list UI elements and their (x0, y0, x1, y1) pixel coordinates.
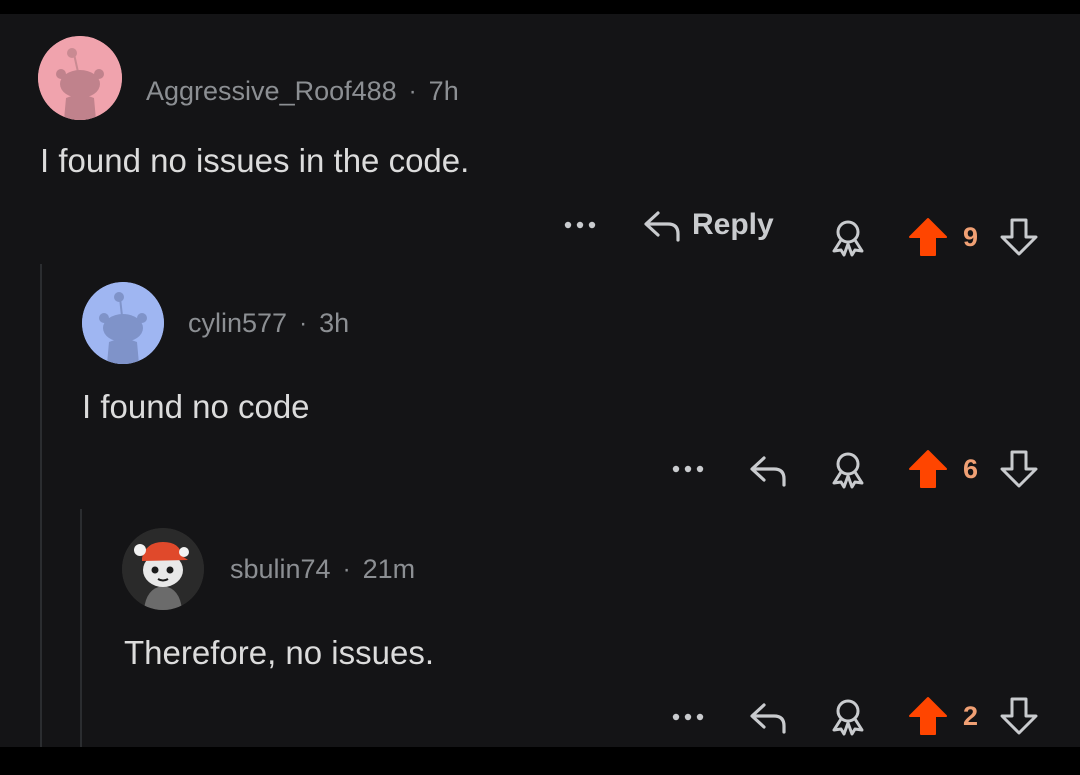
award-button[interactable] (826, 217, 870, 257)
upvote-button[interactable] (907, 696, 949, 736)
comment-thread: Aggressive_Roof488 · 7h I found no issue… (0, 14, 1080, 747)
comment-age: 7h (428, 76, 459, 106)
award-icon (832, 220, 864, 257)
separator-dot: · (299, 309, 308, 337)
comment-body: I found no code (82, 388, 310, 425)
comment-meta: Aggressive_Roof488 · 7h (146, 76, 459, 107)
downvote-arrow-icon (1000, 218, 1038, 256)
avatar[interactable] (82, 282, 164, 364)
avatar[interactable] (38, 36, 122, 120)
award-button[interactable] (826, 696, 870, 736)
more-options-icon (564, 221, 596, 229)
comment-body: I found no issues in the code. (40, 142, 470, 179)
more-options-button[interactable] (560, 210, 600, 240)
more-options-button[interactable] (668, 454, 708, 484)
separator-dot: · (342, 555, 351, 583)
downvote-button[interactable] (998, 696, 1040, 736)
thread-line-level-2[interactable] (80, 509, 82, 747)
comment-meta: cylin577 · 3h (188, 308, 349, 339)
snoo-cap-avatar-icon (122, 528, 204, 610)
award-icon (832, 699, 864, 736)
avatar[interactable] (122, 528, 204, 610)
username[interactable]: Aggressive_Roof488 (146, 76, 397, 107)
award-icon (832, 452, 864, 489)
username[interactable]: cylin577 (188, 308, 287, 339)
snoo-avatar-icon (38, 36, 122, 120)
thread-line-level-1[interactable] (40, 264, 42, 747)
reply-label: Reply (692, 208, 774, 241)
bottom-edge (0, 747, 1080, 775)
separator-dot: · (408, 77, 417, 105)
downvote-button[interactable] (998, 449, 1040, 489)
comment-meta: sbulin74 · 21m (230, 554, 415, 585)
comment-age: 3h (319, 308, 350, 338)
reply-button[interactable] (746, 696, 790, 738)
snoo-avatar-icon (82, 282, 164, 364)
vote-score: 9 (963, 222, 979, 252)
reply-button[interactable] (746, 449, 790, 491)
upvote-button[interactable] (907, 217, 949, 257)
upvote-button[interactable] (907, 449, 949, 489)
award-button[interactable] (826, 449, 870, 489)
upvote-arrow-icon (909, 218, 947, 256)
downvote-arrow-icon (1000, 450, 1038, 488)
comment-age: 21m (362, 554, 416, 584)
username[interactable]: sbulin74 (230, 554, 331, 585)
upvote-arrow-icon (909, 697, 947, 735)
vote-score: 6 (963, 454, 979, 484)
upvote-arrow-icon (909, 450, 947, 488)
comment-body: Therefore, no issues. (124, 634, 434, 671)
more-options-icon (672, 713, 704, 721)
reply-arrow-icon (750, 703, 786, 734)
more-options-button[interactable] (668, 702, 708, 732)
reply-arrow-icon (644, 211, 680, 242)
more-options-icon (672, 465, 704, 473)
reply-button[interactable]: Reply (642, 202, 774, 248)
vote-score: 2 (963, 701, 979, 731)
downvote-button[interactable] (998, 217, 1040, 257)
downvote-arrow-icon (1000, 697, 1038, 735)
reply-arrow-icon (750, 456, 786, 487)
